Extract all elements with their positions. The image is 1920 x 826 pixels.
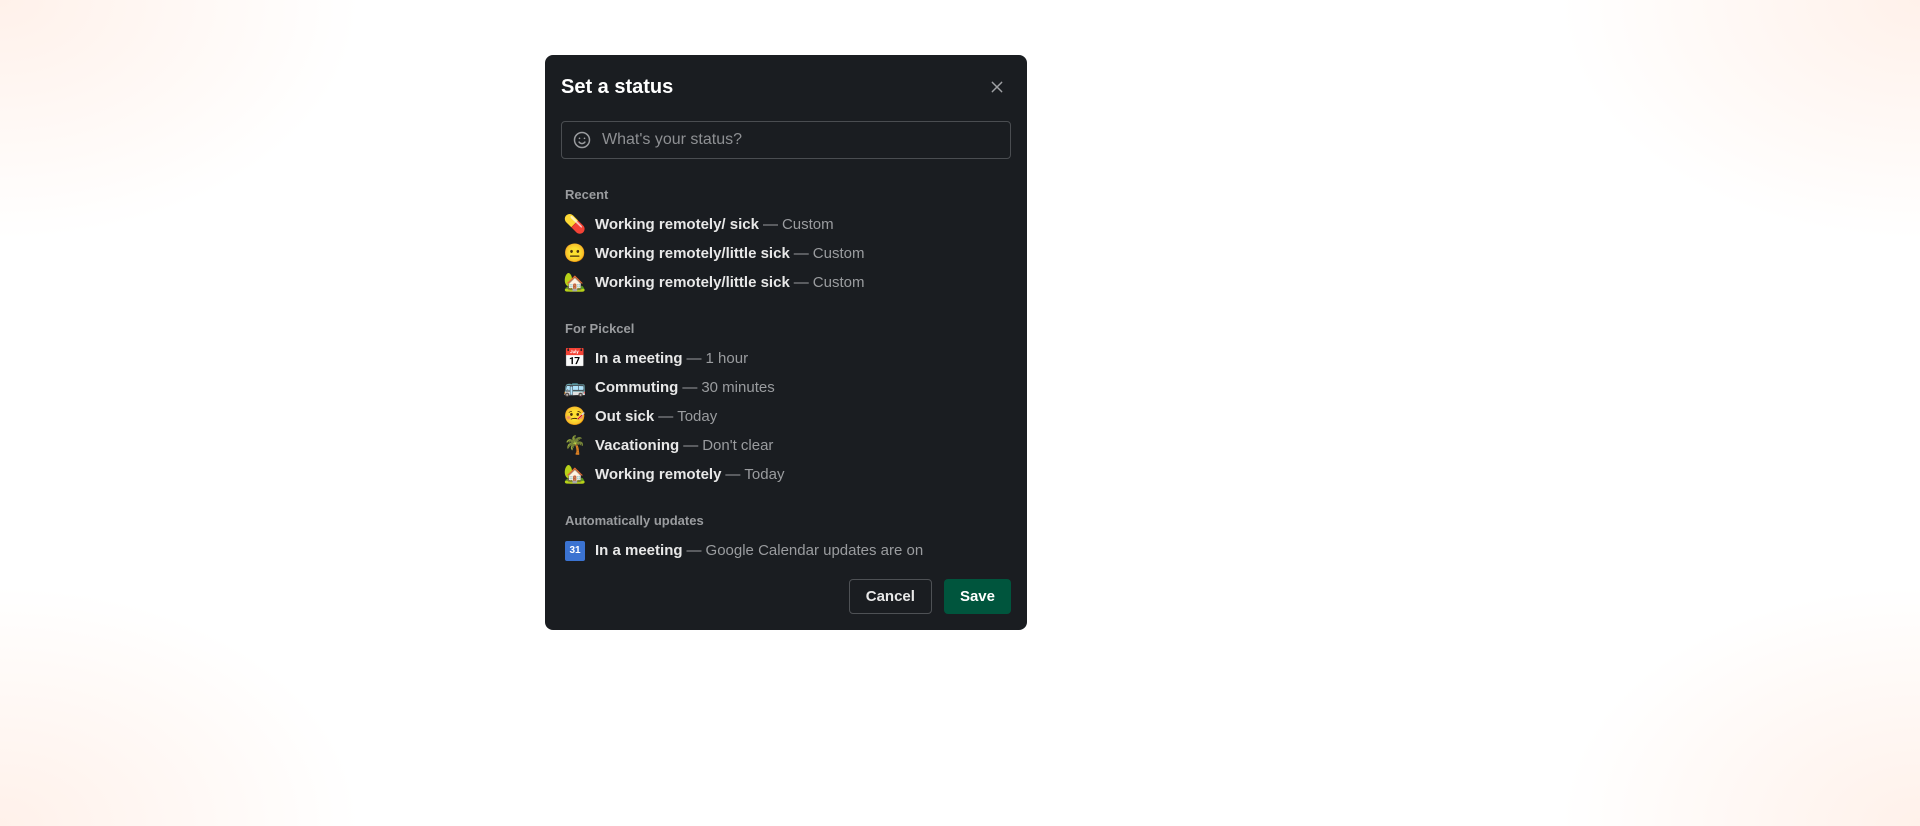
neutral-face-icon: 😐	[565, 244, 585, 264]
set-status-modal: Set a status Recent 💊 Working remotely/ …	[545, 55, 1027, 630]
separator: —	[725, 464, 740, 485]
status-label: Vacationing	[595, 435, 679, 456]
sick-face-icon: 🤒	[565, 407, 585, 427]
status-input[interactable]	[602, 131, 1000, 149]
close-icon	[989, 79, 1005, 95]
workspace-status-item[interactable]: 🏡 Working remotely — Today	[561, 460, 1011, 489]
status-detail: Custom	[813, 272, 865, 293]
status-label: Working remotely/little sick	[595, 272, 790, 293]
separator: —	[683, 435, 698, 456]
status-label: In a meeting	[595, 540, 683, 561]
status-detail: 1 hour	[706, 348, 749, 369]
separator: —	[682, 377, 697, 398]
workspace-status-item[interactable]: 🤒 Out sick — Today	[561, 402, 1011, 431]
separator: —	[658, 406, 673, 427]
house-icon: 🏡	[565, 273, 585, 293]
status-label: Commuting	[595, 377, 678, 398]
status-detail: Today	[744, 464, 784, 485]
status-label: In a meeting	[595, 348, 683, 369]
separator: —	[763, 214, 778, 235]
status-input-container	[561, 121, 1011, 159]
google-calendar-icon: 31	[565, 541, 585, 561]
separator: —	[794, 243, 809, 264]
recent-status-list: 💊 Working remotely/ sick — Custom 😐 Work…	[561, 210, 1011, 297]
house-icon: 🏡	[565, 465, 585, 485]
status-detail: Don't clear	[702, 435, 773, 456]
section-heading-auto: Automatically updates	[561, 513, 1011, 528]
recent-status-item[interactable]: 🏡 Working remotely/little sick — Custom	[561, 268, 1011, 297]
workspace-status-list: 📅 In a meeting — 1 hour 🚌 Commuting — 30…	[561, 344, 1011, 489]
workspace-status-item[interactable]: 🌴 Vacationing — Don't clear	[561, 431, 1011, 460]
modal-header: Set a status	[561, 73, 1011, 101]
close-button[interactable]	[983, 73, 1011, 101]
separator: —	[687, 540, 702, 561]
pill-icon: 💊	[565, 215, 585, 235]
status-detail: Today	[677, 406, 717, 427]
recent-status-item[interactable]: 💊 Working remotely/ sick — Custom	[561, 210, 1011, 239]
status-detail: Custom	[782, 214, 834, 235]
palm-tree-icon: 🌴	[565, 436, 585, 456]
save-button[interactable]: Save	[944, 579, 1011, 614]
status-label: Out sick	[595, 406, 654, 427]
status-label: Working remotely	[595, 464, 721, 485]
auto-status-list: 31 In a meeting — Google Calendar update…	[561, 536, 1011, 565]
smiley-icon	[572, 130, 592, 150]
emoji-picker-button[interactable]	[572, 130, 592, 150]
section-heading-recent: Recent	[561, 187, 1011, 202]
modal-title: Set a status	[561, 76, 673, 99]
status-label: Working remotely/ sick	[595, 214, 759, 235]
status-detail: Custom	[813, 243, 865, 264]
modal-footer: Cancel Save	[561, 579, 1011, 614]
auto-status-item[interactable]: 31 In a meeting — Google Calendar update…	[561, 536, 1011, 565]
bus-icon: 🚌	[565, 378, 585, 398]
status-label: Working remotely/little sick	[595, 243, 790, 264]
recent-status-item[interactable]: 😐 Working remotely/little sick — Custom	[561, 239, 1011, 268]
separator: —	[687, 348, 702, 369]
cancel-button[interactable]: Cancel	[849, 579, 932, 614]
separator: —	[794, 272, 809, 293]
status-detail: 30 minutes	[701, 377, 774, 398]
status-detail: Google Calendar updates are on	[706, 540, 924, 561]
workspace-status-item[interactable]: 🚌 Commuting — 30 minutes	[561, 373, 1011, 402]
workspace-status-item[interactable]: 📅 In a meeting — 1 hour	[561, 344, 1011, 373]
calendar-icon: 📅	[565, 349, 585, 369]
section-heading-workspace: For Pickcel	[561, 321, 1011, 336]
